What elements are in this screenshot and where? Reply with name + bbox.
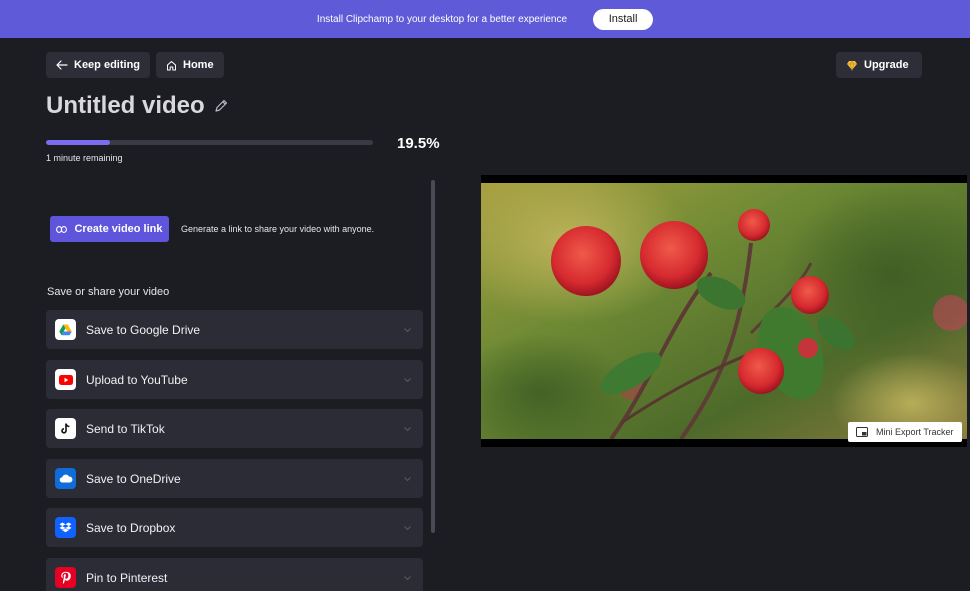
chevron-down-icon [404, 575, 411, 580]
chevron-down-icon [404, 377, 411, 382]
share-item-google-drive[interactable]: Save to Google Drive [46, 310, 423, 349]
keep-editing-button[interactable]: Keep editing [46, 52, 151, 78]
tiktok-icon [55, 418, 76, 439]
diamond-icon [846, 59, 858, 71]
keep-editing-label: Keep editing [74, 59, 141, 71]
install-button[interactable]: Install [593, 8, 654, 30]
picture-in-picture-icon [856, 427, 868, 437]
onedrive-icon [55, 468, 76, 489]
home-icon [166, 60, 177, 71]
chevron-down-icon [404, 476, 411, 481]
share-item-onedrive[interactable]: Save to OneDrive [46, 459, 423, 498]
export-progress-bar [46, 140, 373, 145]
pinterest-icon [55, 567, 76, 588]
time-remaining: 1 minute remaining [46, 153, 123, 163]
youtube-icon [55, 369, 76, 390]
install-banner: Install Clipchamp to your desktop for a … [0, 0, 970, 38]
mini-export-tracker-button[interactable]: Mini Export Tracker [848, 422, 962, 442]
mini-export-tracker-label: Mini Export Tracker [876, 427, 954, 437]
upgrade-label: Upgrade [864, 59, 909, 71]
chevron-down-icon [404, 525, 411, 530]
arrow-left-icon [56, 60, 68, 70]
share-item-label: Pin to Pinterest [86, 570, 168, 585]
chevron-down-icon [404, 426, 411, 431]
export-progress-percent: 19.5% [397, 135, 440, 152]
share-item-label: Save to Google Drive [86, 322, 201, 337]
create-video-link-label: Create video link [74, 223, 163, 235]
share-item-pinterest[interactable]: Pin to Pinterest [46, 558, 423, 591]
panel-scrollbar[interactable] [431, 180, 435, 533]
share-item-tiktok[interactable]: Send to TikTok [46, 409, 423, 448]
dropbox-icon [55, 517, 76, 538]
banner-text: Install Clipchamp to your desktop for a … [316, 13, 568, 25]
share-item-youtube[interactable]: Upload to YouTube [46, 360, 423, 399]
upgrade-button[interactable]: Upgrade [836, 52, 922, 78]
share-item-label: Send to TikTok [86, 421, 165, 436]
edit-title-icon[interactable] [214, 99, 228, 113]
share-section-label: Save or share your video [47, 286, 170, 298]
link-icon [56, 225, 68, 233]
page-title: Untitled video [46, 92, 228, 120]
video-preview[interactable] [481, 175, 967, 447]
home-label: Home [183, 59, 214, 71]
create-video-link-button[interactable]: Create video link [50, 216, 169, 242]
home-button[interactable]: Home [156, 52, 224, 78]
link-description: Generate a link to share your video with… [181, 224, 375, 234]
share-item-label: Save to Dropbox [86, 520, 176, 535]
project-title: Untitled video [46, 92, 205, 119]
share-item-dropbox[interactable]: Save to Dropbox [46, 508, 423, 547]
google-drive-icon [55, 319, 76, 340]
share-item-label: Save to OneDrive [86, 471, 181, 486]
video-thumbnail [481, 183, 967, 439]
export-progress-fill [46, 140, 110, 145]
chevron-down-icon [404, 327, 411, 332]
share-item-label: Upload to YouTube [86, 372, 188, 387]
